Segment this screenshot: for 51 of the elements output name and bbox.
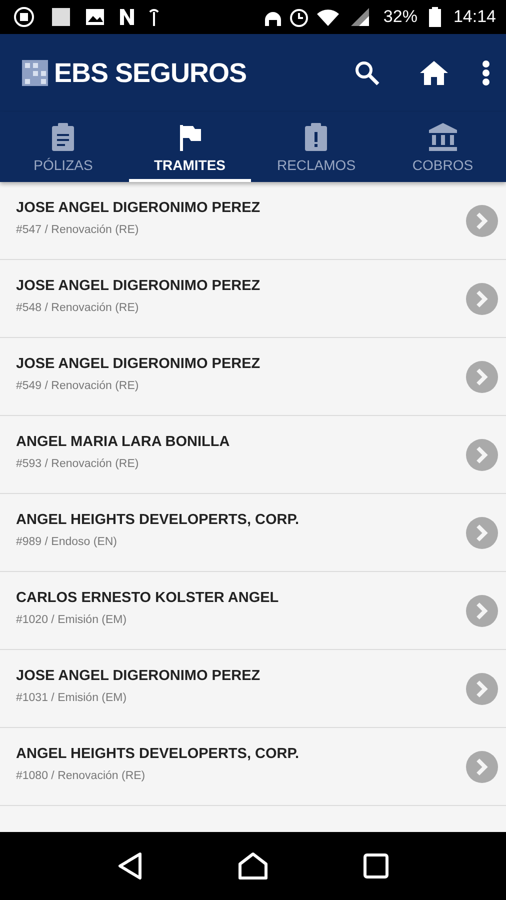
clock-time: 14:14	[453, 7, 496, 27]
list-item[interactable]: JOSE ANGEL DIGERONIMO PEREZ #549 / Renovación (RE)	[0, 338, 506, 416]
item-detail: #549 / Renovación (RE)	[16, 380, 140, 392]
chevron-right-icon	[466, 438, 498, 470]
list-item[interactable]: ANGEL MARIA LARA BONILLA #593 / Renovación (RE)	[0, 416, 506, 494]
app-logo-icon	[22, 60, 48, 86]
item-name: JOSE ANGEL DIGERONIMO PEREZ	[16, 278, 262, 294]
back-icon[interactable]	[117, 852, 144, 880]
more-icon	[482, 60, 490, 86]
chevron-right-icon	[466, 282, 498, 314]
tab[interactable]: RECLAMOS	[255, 112, 378, 182]
chevron-right-icon	[466, 672, 498, 704]
item-name: ANGEL HEIGHTS DEVELOPERTS, CORP.	[16, 512, 300, 528]
item-name: JOSE ANGEL DIGERONIMO PEREZ	[16, 200, 262, 216]
list-item[interactable]: JOSE ANGEL DIGERONIMO PEREZ #548 / Renovación (RE)	[0, 260, 506, 338]
list-item[interactable]: ANGEL HEIGHTS DEVELOPERTS, CORP. #1080 / Renovación (RE)	[0, 728, 506, 806]
battery-percentage: 32%	[383, 7, 418, 27]
item-name: JOSE ANGEL DIGERONIMO PEREZ	[16, 356, 262, 372]
item-detail: #1031 / Emisión (EM)	[16, 692, 128, 704]
item-name: ANGEL MARIA LARA BONILLA	[16, 434, 231, 450]
item-name: CARLOS ERNESTO KOLSTER ANGEL	[16, 590, 280, 606]
item-detail: #1020 / Emisión (EM)	[16, 614, 128, 626]
list-item[interactable]: JOSE ANGEL DIGERONIMO PEREZ #1031 / Emisión (EM)	[0, 650, 506, 728]
item-detail: #593 / Renovación (RE)	[16, 458, 140, 470]
search-icon	[354, 60, 380, 86]
flag-icon	[178, 125, 201, 151]
tab[interactable]: COBROS	[382, 112, 504, 182]
recents-icon[interactable]	[362, 853, 389, 879]
chevron-right-icon	[466, 204, 498, 236]
list-item[interactable]: CARLOS ERNESTO KOLSTER ANGEL #1020 / Emisión (EM)	[0, 572, 506, 650]
chevron-right-icon	[466, 594, 498, 626]
tab[interactable]: PÓLIZAS	[2, 112, 124, 182]
list-item[interactable]: JOSE ANGEL DIGERONIMO PEREZ #547 / Renovación (RE)	[0, 182, 506, 260]
battery-icon	[429, 7, 442, 27]
tab[interactable]: TRAMITES	[128, 112, 251, 182]
list-item[interactable]: ANGEL HEIGHTS DEVELOPERTS, CORP. #989 / Endoso (EN)	[0, 494, 506, 572]
app-title: EBS SEGUROS	[54, 58, 247, 88]
item-detail: #1080 / Renovación (RE)	[16, 770, 146, 782]
item-detail: #548 / Renovación (RE)	[16, 302, 140, 314]
home-icon[interactable]	[238, 852, 268, 880]
bank-icon	[428, 123, 457, 151]
chevron-right-icon	[466, 516, 498, 548]
item-detail: #547 / Renovación (RE)	[16, 224, 140, 236]
item-name: JOSE ANGEL DIGERONIMO PEREZ	[16, 668, 262, 684]
chevron-right-icon	[466, 360, 498, 392]
alert-clipboard-icon	[304, 123, 328, 151]
home-icon	[420, 61, 448, 85]
clipboard-icon	[51, 123, 76, 151]
item-detail: #989 / Endoso (EN)	[16, 536, 118, 548]
chevron-right-icon	[466, 750, 498, 782]
item-name: ANGEL HEIGHTS DEVELOPERTS, CORP.	[16, 746, 300, 762]
